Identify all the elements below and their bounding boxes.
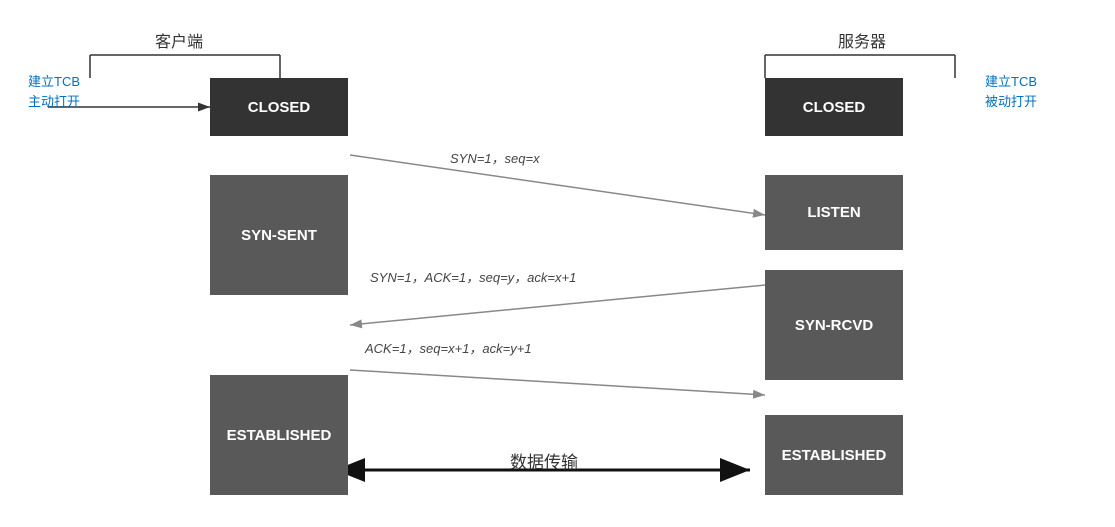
ack-label: ACK=1，seq=x+1，ack=y+1 (365, 338, 532, 357)
syn-label: SYN=1，seq=x (450, 148, 540, 167)
server-closed-box: CLOSED (765, 78, 903, 136)
right-note: 建立TCB 被动打开 (985, 72, 1037, 111)
client-established-box: ESTABLISHED (210, 375, 348, 495)
client-syn-sent-box: SYN-SENT (210, 175, 348, 295)
diagram: 客户端 服务器 建立TCB 主动打开 建立TCB 被动打开 CLOSED SYN… (0, 0, 1115, 527)
client-label: 客户端 (155, 28, 203, 52)
server-syn-rcvd-box: SYN-RCVD (765, 270, 903, 380)
syn-ack-label: SYN=1，ACK=1，seq=y，ack=x+1 (370, 267, 576, 286)
data-transfer-label: 数据传输 (510, 448, 578, 473)
client-closed-box: CLOSED (210, 78, 348, 136)
server-label: 服务器 (838, 28, 886, 52)
server-established-box: ESTABLISHED (765, 415, 903, 495)
server-listen-box: LISTEN (765, 175, 903, 250)
left-note: 建立TCB 主动打开 (28, 72, 80, 111)
